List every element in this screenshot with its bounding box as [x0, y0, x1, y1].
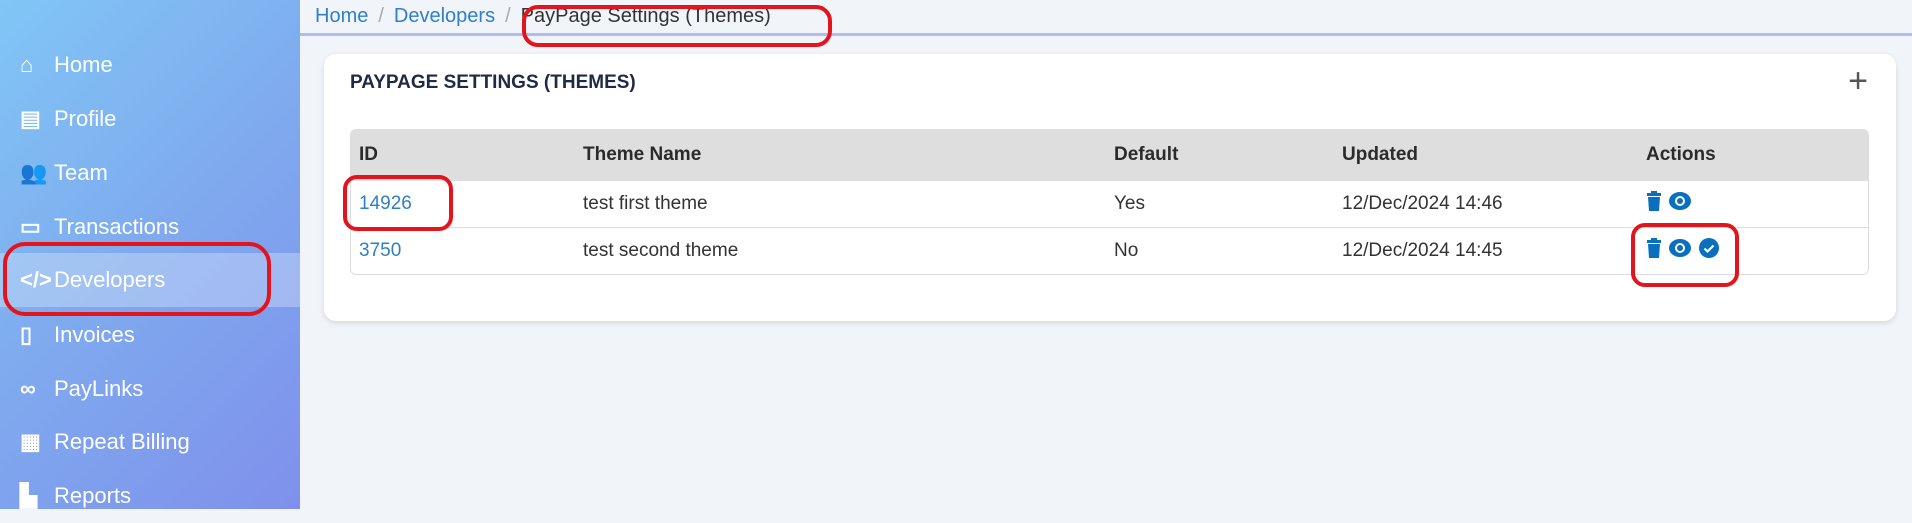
home-icon: ⌂ [20, 52, 34, 77]
page-title: PAYPAGE SETTINGS (THEMES) [350, 72, 636, 93]
sidebar-item-label: Transactions [54, 214, 180, 239]
theme-id-link[interactable]: 3750 [359, 240, 401, 261]
check-circle-icon[interactable] [1698, 237, 1720, 265]
table-header: ID Theme Name Default Updated Actions [351, 130, 1868, 180]
calendar-icon: ▦ [20, 429, 41, 454]
sidebar: ⌂ Home ▤ Profile 👥 Team ▭ Transactions </> De… [0, 0, 300, 509]
sidebar-item-label: Reports [54, 483, 132, 508]
team-icon: 👥 [20, 160, 48, 185]
sidebar-item-reports[interactable]: ▙ Reports [0, 469, 300, 523]
trash-icon[interactable] [1646, 190, 1662, 218]
sidebar-item-label: Home [54, 52, 113, 77]
sidebar-item-label: Repeat Billing [54, 429, 190, 454]
trash-icon[interactable] [1646, 237, 1662, 265]
add-theme-button[interactable]: + [1848, 64, 1868, 98]
invoice-icon: ▯ [20, 322, 33, 347]
sidebar-item-repeat-billing[interactable]: ▦ Repeat Billing [0, 415, 300, 469]
theme-updated: 12/Dec/2024 14:45 [1342, 240, 1503, 261]
theme-default: No [1114, 240, 1139, 261]
table-row: 14926 test first theme Yes 12/Dec/2024 1… [351, 180, 1868, 227]
reports-icon: ▙ [20, 483, 37, 508]
sidebar-item-label: PayLinks [54, 376, 144, 401]
sidebar-item-label: Team [54, 160, 108, 185]
sidebar-item-label: Invoices [54, 322, 135, 347]
eye-icon[interactable] [1668, 237, 1692, 265]
eye-icon[interactable] [1668, 190, 1692, 218]
table-row: 3750 test second theme No 12/Dec/2024 14… [351, 227, 1868, 274]
sidebar-item-home[interactable]: ⌂ Home [0, 38, 300, 92]
themes-card: PAYPAGE SETTINGS (THEMES) + ID Theme Nam… [324, 54, 1896, 321]
theme-default: Yes [1114, 193, 1145, 214]
breadcrumb-separator: / [378, 5, 384, 27]
sidebar-item-profile[interactable]: ▤ Profile [0, 92, 300, 146]
sidebar-item-paylinks[interactable]: ∞ PayLinks [0, 362, 300, 416]
theme-name: test second theme [583, 240, 739, 261]
sidebar-item-transactions[interactable]: ▭ Transactions [0, 200, 300, 254]
sidebar-item-invoices[interactable]: ▯ Invoices [0, 308, 300, 362]
breadcrumb-separator: / [505, 5, 511, 27]
theme-updated: 12/Dec/2024 14:46 [1342, 193, 1503, 214]
theme-name: test first theme [583, 193, 708, 214]
themes-table: ID Theme Name Default Updated Actions 14… [350, 129, 1869, 275]
profile-icon: ▤ [20, 106, 41, 131]
header-default[interactable]: Default [1114, 144, 1342, 166]
link-icon: ∞ [20, 376, 36, 401]
breadcrumb-developers[interactable]: Developers [394, 5, 495, 28]
breadcrumb: Home / Developers / PayPage Settings (Th… [300, 0, 1912, 36]
theme-id-link[interactable]: 14926 [359, 193, 412, 214]
breadcrumb-home[interactable]: Home [315, 5, 368, 28]
sidebar-item-label: Developers [54, 267, 166, 292]
header-theme-name[interactable]: Theme Name [583, 144, 1114, 166]
header-id[interactable]: ID [351, 144, 583, 166]
sidebar-item-developers[interactable]: </> Developers [0, 253, 300, 307]
header-updated[interactable]: Updated [1342, 144, 1646, 166]
transactions-icon: ▭ [20, 214, 41, 239]
sidebar-item-label: Profile [54, 106, 117, 131]
breadcrumb-current: PayPage Settings (Themes) [520, 5, 771, 27]
header-actions: Actions [1646, 144, 1716, 165]
sidebar-item-team[interactable]: 👥 Team [0, 146, 300, 200]
code-icon: </> [20, 267, 52, 292]
